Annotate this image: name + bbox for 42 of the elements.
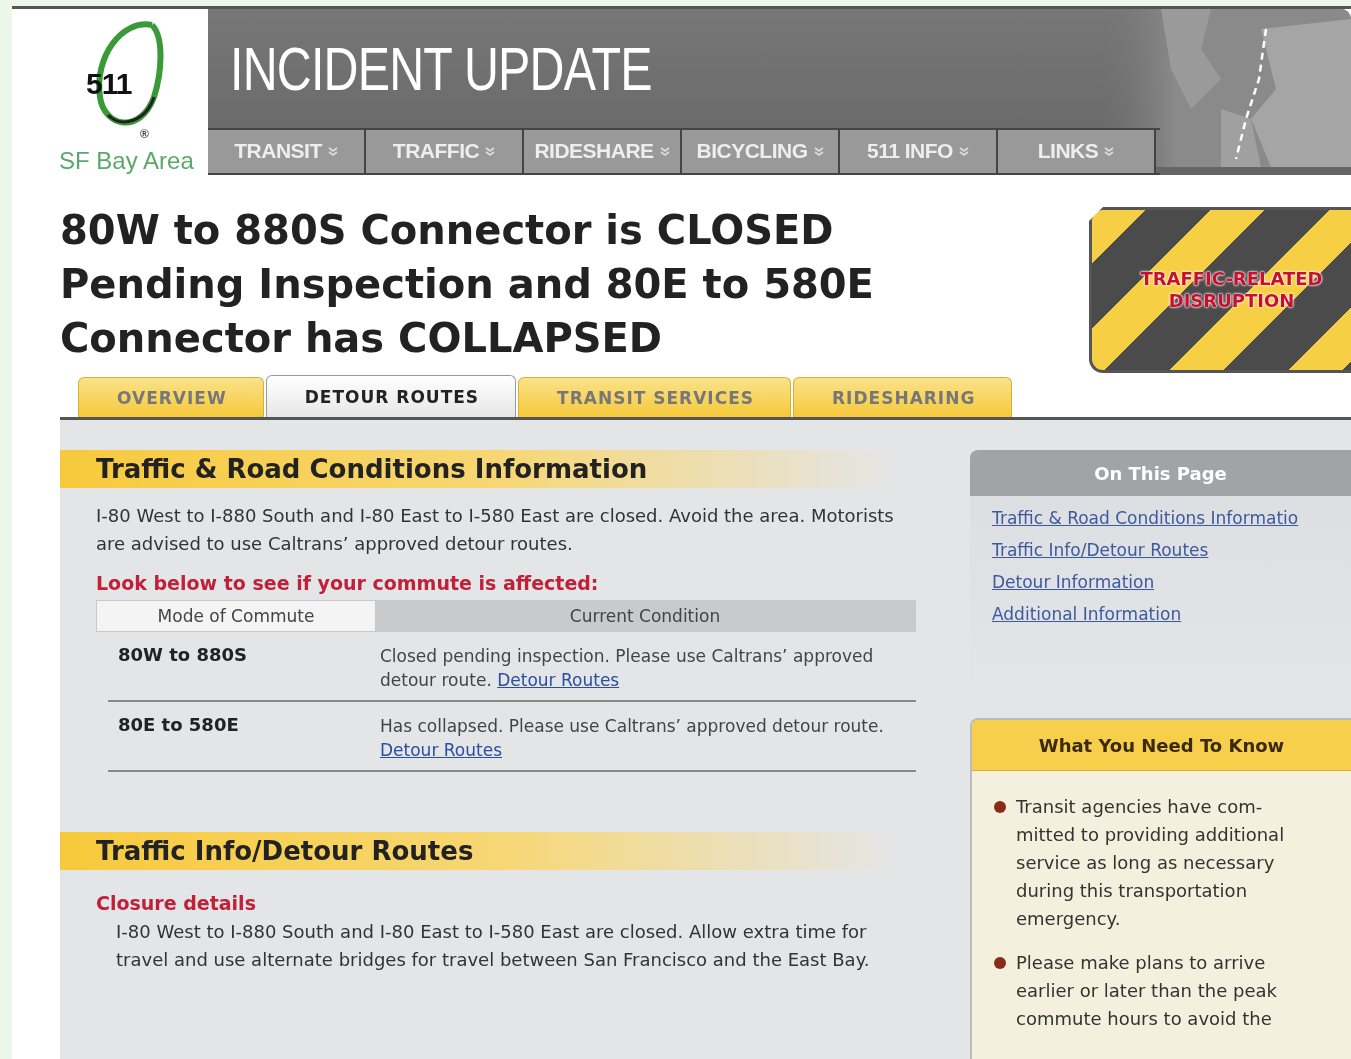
tab[interactable]: DETOUR ROUTES <box>265 375 517 417</box>
panel-title: On This Page <box>1094 462 1227 484</box>
condition-cell-text: Has collapsed. Please use Caltrans’ approved detour route. Detour Routes <box>380 715 885 762</box>
tab[interactable]: OVERVIEW <box>78 377 264 417</box>
nav-item[interactable]: RIDESHARE <box>524 129 682 173</box>
double-chevron-icon <box>327 146 338 157</box>
nav-item[interactable]: TRANSIT <box>208 129 366 173</box>
nav-item[interactable]: LINKS <box>998 129 1156 173</box>
bullet-icon <box>994 957 1006 969</box>
column-header: Current Condition <box>375 601 915 631</box>
subheading: Closure details <box>96 892 257 914</box>
detour-link[interactable]: Detour Routes <box>380 740 502 760</box>
nav-item[interactable]: TRAFFIC <box>366 129 524 173</box>
headline: 80W to 880S Connector is CLOSED Pending Inspection and 80E to 580E Connector has COLLAPSED <box>60 206 875 363</box>
logo-region: SF Bay Area <box>59 147 194 175</box>
condition-cell-text: Closed pending inspection. Please use Caltrans’ approved detour route. Detour Routes <box>380 645 875 692</box>
tab[interactable]: RIDESHARING <box>793 377 1013 417</box>
detour-link[interactable]: Detour Routes <box>497 670 620 690</box>
tab[interactable]: TRANSIT SERVICES <box>518 377 791 417</box>
alert-text: Look below to see if your commute is affected: <box>96 572 600 594</box>
bullet-text: Please make plans to arrive earlier or later than the peak commute hours to avoid the <box>1016 951 1278 1031</box>
double-chevron-icon <box>485 146 496 157</box>
page-link[interactable]: Additional Information <box>992 604 1351 624</box>
double-chevron-icon <box>659 146 670 157</box>
nav-item[interactable]: BICYCLING <box>682 129 840 173</box>
double-chevron-icon <box>1104 146 1115 157</box>
panel-title: What You Need To Know <box>1038 734 1285 756</box>
double-chevron-icon <box>813 146 824 157</box>
column-header: Mode of Commute <box>97 601 375 631</box>
bullet-icon <box>994 801 1006 813</box>
registered-mark: ® <box>140 127 149 141</box>
route-cell-text: 80W to 880S <box>118 644 248 667</box>
bullet-text: Transit agencies have com-mitted to providing additional service as long as necessary during this transportation emergency. <box>1016 795 1286 931</box>
page-link[interactable]: Traffic Info/Detour Routes <box>992 540 1351 560</box>
route-cell-text: 80E to 580E <box>118 714 240 737</box>
banner-title: INCIDENT UPDATE <box>230 32 652 104</box>
page-link[interactable]: Traffic & Road Conditions Informatio <box>992 508 1351 528</box>
nav-item[interactable]: 511 INFO <box>840 129 998 173</box>
page-link[interactable]: Detour Information <box>992 572 1351 592</box>
body-paragraph: I-80 West to I-880 South and I-80 East to I-580 East are closed. Allow extra time for travel and use alternate bridges for travel between San Francisco and the East Bay. <box>116 920 871 972</box>
double-chevron-icon <box>958 146 969 157</box>
intro-paragraph: I-80 West to I-880 South and I-80 East to I-580 East are closed. Avoid the area. Motorists are advised to use Caltrans’ approved detour routes. <box>96 504 895 556</box>
